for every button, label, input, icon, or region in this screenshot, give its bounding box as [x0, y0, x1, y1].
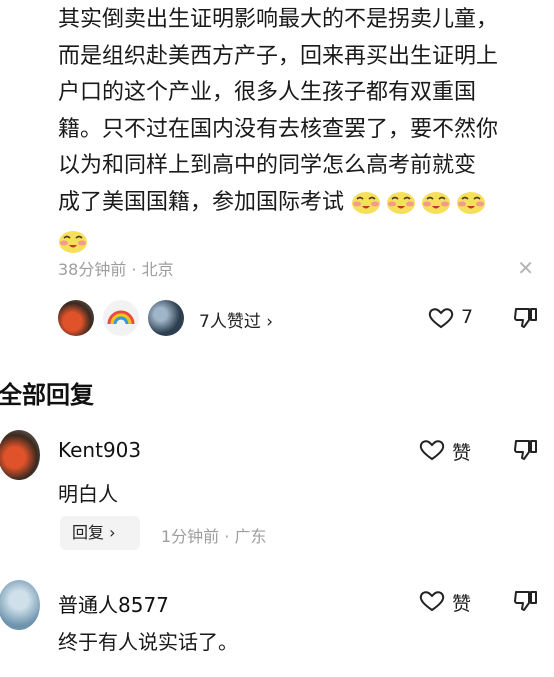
heart-icon[interactable]	[419, 590, 445, 612]
comment-line: 户口的这个产业，很多人生孩子都有双重国	[58, 80, 477, 106]
all-replies-heading: 全部回复	[0, 381, 94, 409]
meta-separator: ·	[224, 527, 235, 546]
blushing-smile-emoji-icon	[352, 191, 381, 214]
blushing-smile-emoji-icon	[457, 191, 486, 214]
comment-line: 而是组织赴美西方产子，回来再买出生证明上	[58, 43, 499, 69]
likers-link[interactable]: 7人赞过 ›	[199, 307, 273, 332]
chevron-right-icon: ›	[104, 523, 116, 542]
liker-avatar[interactable]	[58, 300, 94, 336]
chevron-right-icon: ›	[266, 312, 274, 332]
blushing-smile-emoji-icon	[422, 191, 451, 214]
avatar[interactable]	[0, 430, 40, 480]
liker-avatar[interactable]	[148, 300, 184, 336]
comment-line-text: 成了美国国籍，参加国际考试	[58, 189, 345, 215]
comment-line: 其实倒卖出生证明影响最大的不是拐卖儿童，	[58, 7, 499, 32]
comment-line: 成了美国国籍，参加国际考试	[58, 185, 544, 222]
comment-time: 38分钟前	[58, 260, 127, 279]
close-icon[interactable]: ✕	[517, 256, 534, 280]
reply-meta: 1分钟前 · 广东	[161, 523, 266, 547]
avatar[interactable]	[0, 580, 40, 630]
comment-line: 籍。只不过在国内没有去核查罢了，要不然你	[58, 116, 499, 142]
comment-body: 其实倒卖出生证明影响最大的不是拐卖儿童， 而是组织赴美西方产子，回来再买出生证明…	[58, 2, 544, 262]
reply-text: 终于有人说实话了。	[58, 630, 238, 654]
reply-author-name[interactable]: 普通人8577	[58, 589, 169, 618]
meta-separator: ·	[131, 260, 142, 279]
reply-button-label: 回复	[72, 523, 105, 542]
like-label[interactable]: 赞	[452, 589, 471, 616]
reply-time: 1分钟前	[161, 527, 220, 546]
reply-location: 广东	[234, 527, 267, 546]
like-label[interactable]: 赞	[452, 438, 471, 465]
liker-avatar[interactable]	[103, 300, 139, 336]
like-count: 7	[461, 306, 474, 328]
reply-author-name[interactable]: Kent903	[58, 438, 141, 462]
heart-icon[interactable]	[428, 307, 454, 329]
rainbow-icon	[107, 310, 135, 325]
blushing-smile-emoji-icon	[59, 230, 87, 253]
blushing-smile-emoji-icon	[387, 191, 416, 214]
thumbs-down-icon[interactable]	[513, 306, 539, 330]
comment-location: 北京	[141, 260, 174, 279]
heart-icon[interactable]	[419, 439, 445, 461]
thumbs-down-icon[interactable]	[513, 438, 539, 462]
comment-line: 以为和同样上到高中的同学怎么高考前就变	[58, 153, 477, 179]
thumbs-down-icon[interactable]	[513, 589, 539, 613]
likers-label: 7人赞过	[199, 312, 261, 332]
reply-text: 明白人	[58, 482, 118, 506]
comment-meta: 38分钟前 · 北京	[58, 256, 174, 280]
reply-button[interactable]: 回复 ›	[60, 516, 140, 550]
